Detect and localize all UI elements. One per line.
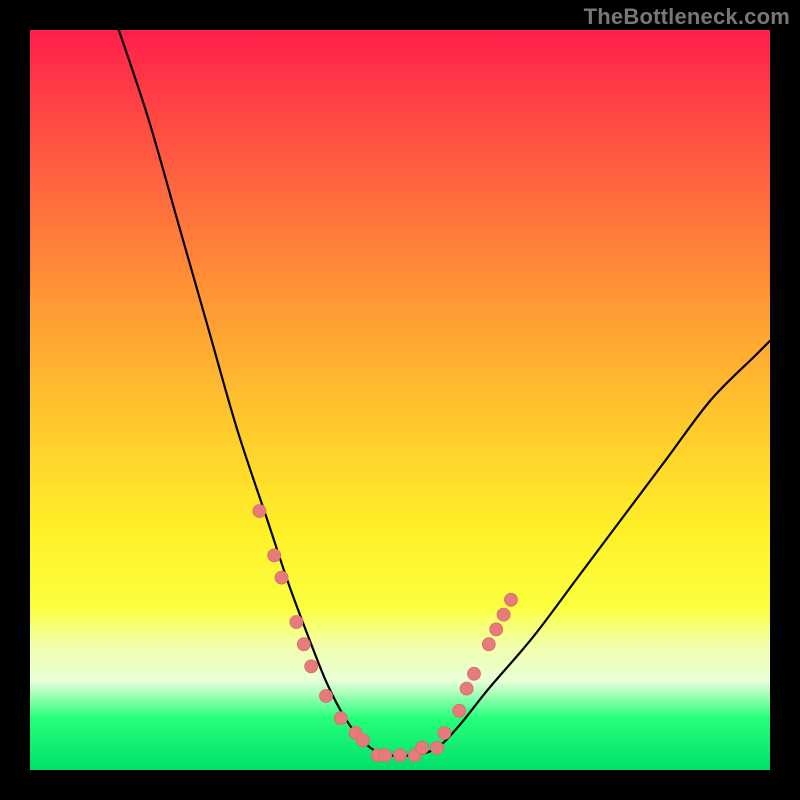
curve-marker <box>394 749 407 762</box>
watermark-text: TheBottleneck.com <box>584 4 790 30</box>
chart-svg <box>30 30 770 770</box>
bottleneck-curve <box>119 30 770 756</box>
plot-area <box>30 30 770 770</box>
curve-marker <box>497 608 510 621</box>
curve-marker <box>468 667 481 680</box>
curve-marker <box>297 638 310 651</box>
curve-marker <box>357 734 370 747</box>
curve-markers <box>253 505 518 762</box>
curve-marker <box>490 623 503 636</box>
curve-marker <box>482 638 495 651</box>
curve-marker <box>431 741 444 754</box>
curve-marker <box>438 727 451 740</box>
curve-marker <box>453 704 466 717</box>
curve-marker <box>416 741 429 754</box>
curve-marker <box>275 571 288 584</box>
curve-marker <box>334 712 347 725</box>
curve-marker <box>305 660 318 673</box>
chart-stage: TheBottleneck.com <box>0 0 800 800</box>
curve-marker <box>460 682 473 695</box>
curve-marker <box>379 749 392 762</box>
curve-marker <box>505 593 518 606</box>
curve-marker <box>268 549 281 562</box>
curve-marker <box>290 616 303 629</box>
curve-marker <box>253 505 266 518</box>
curve-marker <box>320 690 333 703</box>
